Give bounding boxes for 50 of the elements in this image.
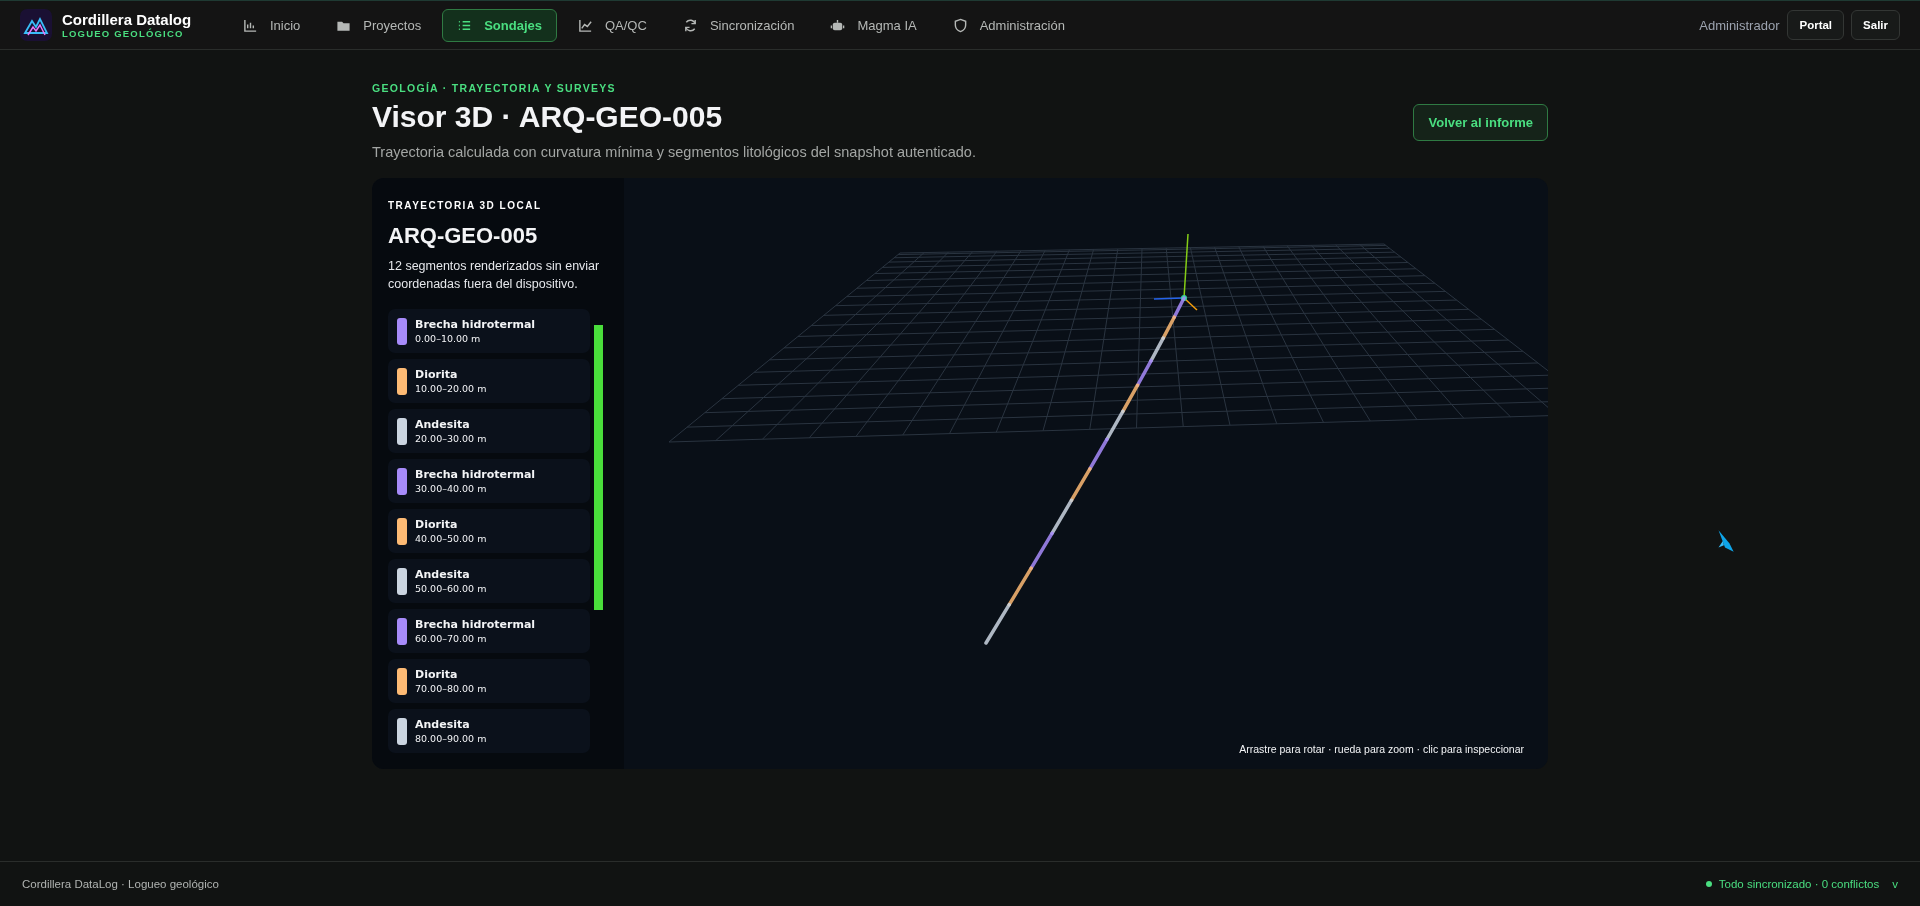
- segment-item[interactable]: Andesita 20.00–30.00 m: [388, 409, 590, 454]
- segment-range: 50.00–60.00 m: [415, 583, 487, 595]
- segment-range: 70.00–80.00 m: [415, 683, 487, 695]
- segment-range: 40.00–50.00 m: [415, 533, 487, 545]
- segment-range: 30.00–40.00 m: [415, 483, 488, 495]
- segment-name: Brecha hidrotermal: [415, 618, 536, 632]
- segment-item[interactable]: Diorita 10.00–20.00 m: [388, 359, 590, 404]
- segment-item[interactable]: Brecha hidrotermal 30.00–40.00 m: [388, 459, 590, 504]
- nav-tab[interactable]: Magma IA: [815, 8, 932, 42]
- segment-name: Brecha hidrotermal: [415, 318, 536, 332]
- segment-name: Diorita: [415, 668, 459, 682]
- segment-name: Andesita: [415, 718, 471, 732]
- segment-item[interactable]: Diorita 40.00–50.00 m: [388, 509, 590, 554]
- sync-status: Todo sincronizado · 0 conflictos: [1718, 878, 1880, 890]
- segment-item[interactable]: Andesita 50.00–60.00 m: [388, 559, 590, 604]
- nav-tab[interactable]: Proyectos: [321, 8, 437, 42]
- segment-name: Diorita: [415, 368, 459, 382]
- page-subtitle: Trayectoria calculada con curvatura mínima y segmentos litológicos del snapshot autenticado.: [372, 144, 976, 160]
- segment-range: 60.00–70.00 m: [415, 633, 488, 645]
- panel-description: 12 segmentos renderizados sin enviar coordenadas fuera del dispositivo.: [388, 258, 601, 294]
- segment-item[interactable]: Andesita 80.00–90.00 m: [388, 709, 590, 754]
- panel-eyebrow: TRAYECTORIA 3D LOCAL: [388, 200, 543, 211]
- panel-title: ARQ-GEO-005: [388, 223, 539, 249]
- segment-range: 0.00–10.00 m: [415, 333, 482, 345]
- segment-name: Andesita: [415, 418, 471, 432]
- nav-tab[interactable]: Inicio: [228, 8, 316, 42]
- segment-range: 80.00–90.00 m: [415, 733, 487, 745]
- nav-tab[interactable]: Administración: [937, 8, 1080, 42]
- caret-icon[interactable]: v: [1892, 878, 1898, 890]
- nav-tab[interactable]: QA/QC: [562, 8, 662, 42]
- header-button[interactable]: Salir: [1851, 10, 1900, 40]
- nav-tab[interactable]: Sincronización: [667, 8, 810, 42]
- viewer-hint: Arrastre para rotar · rueda para zoom · clic para inspeccionar: [1239, 743, 1524, 755]
- segment-range: 10.00–20.00 m: [415, 383, 487, 395]
- back-button[interactable]: Volver al informe: [1413, 104, 1548, 141]
- segment-item[interactable]: Diorita 70.00–80.00 m: [388, 659, 590, 704]
- page-title: Visor 3D · ARQ-GEO-005: [372, 100, 724, 134]
- segment-name: Diorita: [415, 518, 459, 532]
- nav-tab[interactable]: Sondajes: [442, 8, 557, 42]
- page-eyebrow: GEOLOGÍA · TRAYECTORIA Y SURVEYS: [372, 82, 617, 94]
- segment-item[interactable]: Brecha hidrotermal 0.00–10.00 m: [388, 309, 590, 354]
- footer-text: Cordillera DataLog · Logueo geológico: [22, 878, 219, 890]
- segment-name: Andesita: [415, 568, 471, 582]
- segment-range: 20.00–30.00 m: [415, 433, 487, 445]
- header-button[interactable]: Portal: [1787, 10, 1845, 40]
- segment-item[interactable]: Brecha hidrotermal 60.00–70.00 m: [388, 609, 590, 654]
- app-name: Cordillera Datalog: [62, 11, 192, 28]
- user-name: Administrador: [1699, 17, 1780, 33]
- app-subtitle: LOGUEO GEOLÓGICO: [62, 28, 185, 39]
- segment-name: Brecha hidrotermal: [415, 468, 536, 482]
